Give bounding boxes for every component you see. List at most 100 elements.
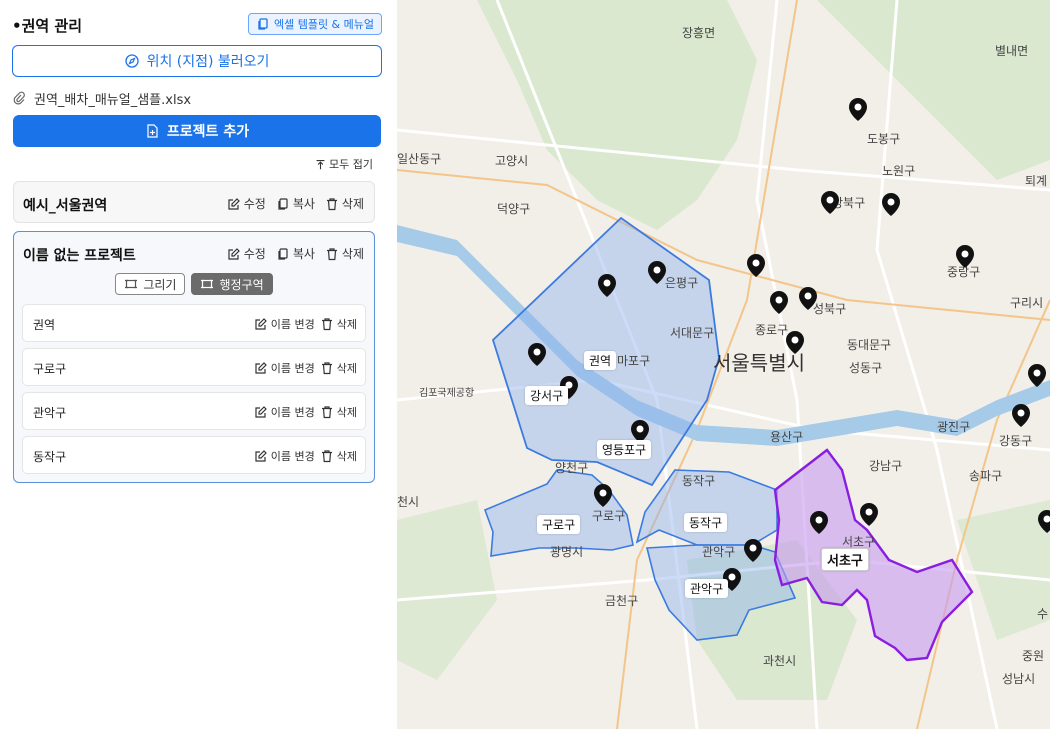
- region-tag-dongjak[interactable]: 동작구: [684, 513, 728, 532]
- region-tag-gangseo: 강서구: [525, 386, 569, 405]
- map-pin-icon[interactable]: [1012, 404, 1030, 427]
- copy-project-button[interactable]: 복사: [276, 195, 315, 212]
- collapse-all-button[interactable]: 모두 접기: [315, 156, 373, 172]
- copy-icon: [276, 197, 290, 211]
- rename-region-button[interactable]: 이름 변경: [254, 316, 315, 332]
- map-label: 과천시: [763, 653, 796, 668]
- rename-region-button[interactable]: 이름 변경: [254, 404, 315, 420]
- rename-region-button[interactable]: 이름 변경: [254, 448, 315, 464]
- region-item[interactable]: 구로구 이름 변경 삭제: [22, 348, 366, 386]
- copy-project-button[interactable]: 복사: [276, 245, 315, 262]
- delete-project-button[interactable]: 삭제: [325, 245, 364, 262]
- edit-icon: [227, 197, 241, 211]
- edit-label: 수정: [243, 247, 266, 261]
- map-pin-icon[interactable]: [770, 291, 788, 314]
- map-label: 종로구: [755, 323, 788, 337]
- excel-template-button[interactable]: 엑셀 템플릿 & 메뉴얼: [247, 13, 382, 35]
- rename-label: 이름 변경: [270, 450, 315, 463]
- map-label: 강남구: [869, 459, 902, 473]
- map-label: 은평구: [665, 276, 698, 290]
- excel-template-label: 엑셀 템플릿 & 메뉴얼: [273, 18, 374, 31]
- edit-project-button[interactable]: 수정: [227, 195, 266, 212]
- map-label: 성남시: [1002, 672, 1035, 686]
- region-name: 구로구: [33, 362, 67, 376]
- edit-label: 수정: [243, 197, 266, 211]
- draw-mode-label: 그리기: [143, 277, 177, 292]
- panel-title: •권역 관리: [12, 17, 83, 35]
- map-label: 도봉구: [867, 132, 900, 146]
- admin-district-mode-label: 행정구역: [219, 277, 264, 292]
- map-pin-icon[interactable]: [882, 193, 900, 216]
- delete-label: 삭제: [336, 362, 357, 375]
- map-label: 고양시: [495, 154, 528, 168]
- project-actions: 수정 복사 삭제: [227, 195, 364, 212]
- add-project-button[interactable]: 프로젝트 추가: [13, 115, 381, 147]
- green-area: [817, 0, 1050, 180]
- map-label: 성동구: [849, 361, 882, 375]
- panel-header: •권역 관리 엑셀 템플릿 & 메뉴얼: [12, 12, 382, 36]
- copy-icon: [276, 247, 290, 261]
- region-actions: 이름 변경 삭제: [254, 448, 357, 464]
- map-pin-icon[interactable]: [849, 98, 867, 121]
- delete-label: 삭제: [336, 318, 357, 331]
- delete-label: 삭제: [336, 406, 357, 419]
- paperclip-icon: [12, 91, 26, 105]
- sidebar: •권역 관리 엑셀 템플릿 & 메뉴얼 위치 (지점) 불러오기 권역_배차_매…: [0, 0, 397, 729]
- map-label: 동대문구: [847, 338, 891, 352]
- map-label: 노원구: [882, 164, 915, 178]
- delete-region-button[interactable]: 삭제: [320, 360, 357, 376]
- load-location-button[interactable]: 위치 (지점) 불러오기: [12, 45, 382, 77]
- admin-district-mode-button[interactable]: 행정구역: [191, 273, 273, 295]
- map-pin-icon[interactable]: [860, 503, 878, 526]
- region-tag-seocho[interactable]: 서초구: [821, 548, 869, 571]
- draw-mode-button[interactable]: 그리기: [115, 273, 186, 295]
- rename-region-button[interactable]: 이름 변경: [254, 360, 315, 376]
- region-tag-gwanak[interactable]: 관악구: [685, 579, 729, 598]
- map-label: 동작구: [682, 474, 715, 488]
- project-card[interactable]: 예시_서울권역 수정 복사 삭제: [13, 181, 375, 223]
- map-view[interactable]: 장흥면 별내면 도봉구 노원구 일산동구 고양시 퇴계 강북구 덕양구 중랑구 …: [397, 0, 1050, 729]
- han-river: [397, 225, 1050, 446]
- map-label: 광진구: [937, 420, 970, 434]
- edit-icon: [227, 247, 241, 261]
- edit-project-button[interactable]: 수정: [227, 245, 266, 262]
- region-actions: 이름 변경 삭제: [254, 316, 357, 332]
- map-pin-icon[interactable]: [821, 191, 839, 214]
- compass-icon: [124, 54, 139, 68]
- map-label: 용산구: [770, 430, 803, 444]
- delete-region-button[interactable]: 삭제: [320, 404, 357, 420]
- green-area: [397, 500, 497, 680]
- map-label: 강동구: [999, 434, 1032, 448]
- region-item[interactable]: 동작구 이름 변경 삭제: [22, 436, 366, 474]
- project-card-active[interactable]: 이름 없는 프로젝트 수정 복사 삭제 그리기 행정구역 권역 이름 변경 삭제…: [13, 231, 375, 483]
- project-actions: 수정 복사 삭제: [227, 245, 364, 262]
- delete-region-button[interactable]: 삭제: [320, 316, 357, 332]
- copy-label: 복사: [292, 197, 315, 211]
- trash-icon: [325, 247, 339, 261]
- map-label: 중원: [1022, 649, 1044, 663]
- mode-switch: 그리기 행정구역: [14, 273, 374, 295]
- region-tag-yeongdeungpo: 영등포구: [597, 440, 652, 459]
- map-label: 김포국제공항: [419, 387, 474, 399]
- map-label: 서대문구: [670, 326, 714, 340]
- region-actions: 이름 변경 삭제: [254, 404, 357, 420]
- map-label: 천시: [397, 494, 419, 509]
- region-tag-guro[interactable]: 구로구: [537, 515, 581, 534]
- region-name: 동작구: [33, 450, 67, 464]
- map-canvas[interactable]: 장흥면 별내면 도봉구 노원구 일산동구 고양시 퇴계 강북구 덕양구 중랑구 …: [397, 0, 1050, 729]
- edit-icon: [254, 405, 268, 419]
- map-label: 광명시: [550, 545, 583, 559]
- delete-region-button[interactable]: 삭제: [320, 448, 357, 464]
- trash-icon: [320, 449, 334, 463]
- rename-label: 이름 변경: [270, 406, 315, 419]
- map-label: 구리시: [1010, 296, 1043, 310]
- region-tag-gwonyeok[interactable]: 권역: [584, 351, 617, 370]
- delete-project-button[interactable]: 삭제: [325, 195, 364, 212]
- map-label: 중랑구: [947, 265, 980, 279]
- edit-icon: [254, 317, 268, 331]
- map-label: 금천구: [605, 593, 638, 608]
- region-item[interactable]: 관악구 이름 변경 삭제: [22, 392, 366, 430]
- map-label: 수: [1037, 607, 1048, 621]
- attached-file[interactable]: 권역_배차_매뉴얼_샘플.xlsx: [12, 88, 191, 108]
- region-item[interactable]: 권역 이름 변경 삭제: [22, 304, 366, 342]
